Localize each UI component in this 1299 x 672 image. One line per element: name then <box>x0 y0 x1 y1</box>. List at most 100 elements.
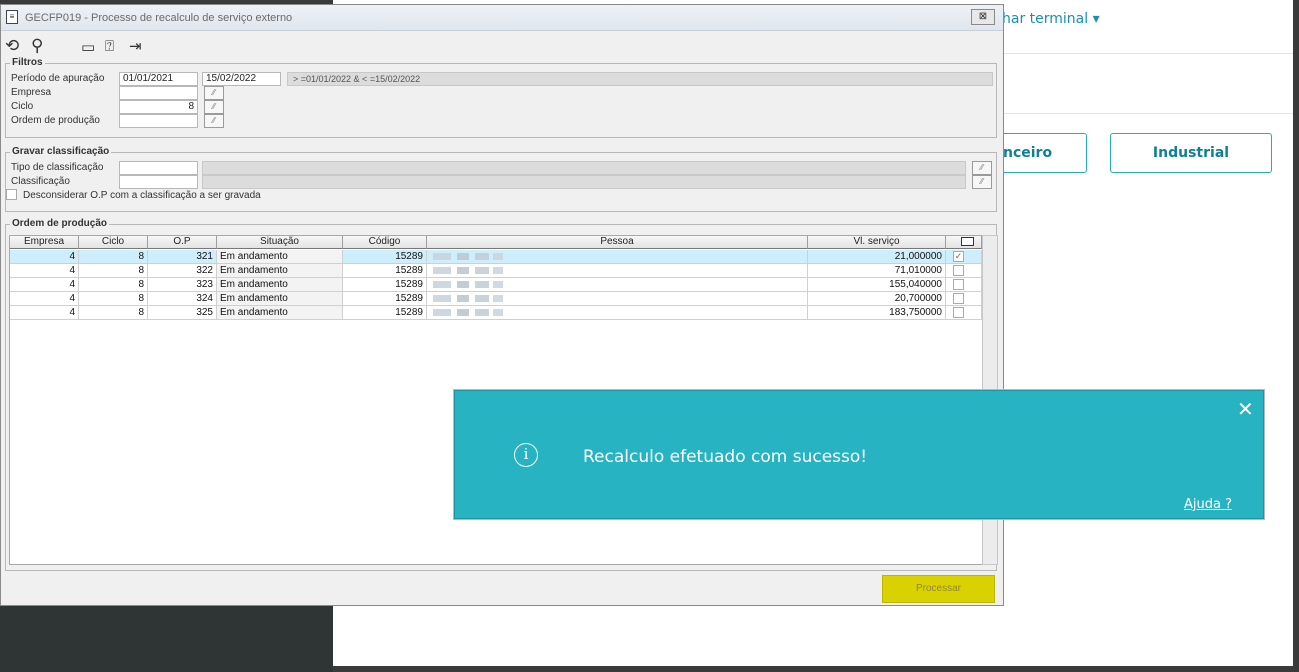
grid-header: Empresa Ciclo O.P Situação Código Pessoa… <box>10 236 982 249</box>
row-checkbox[interactable] <box>953 307 964 318</box>
refresh-icon[interactable]: ⟲ <box>5 36 19 56</box>
tipo-classificacao-input[interactable] <box>119 161 198 175</box>
cell-codigo: 15289 <box>343 292 427 306</box>
periodo-inicio-input[interactable]: 01/01/2021 <box>119 72 198 86</box>
window-close-button[interactable]: ⊠ <box>971 9 995 25</box>
col-codigo[interactable]: Código <box>343 236 427 249</box>
ordem-label: Ordem de produção <box>11 115 100 126</box>
redacted-name <box>433 281 503 288</box>
ciclo-lookup-icon[interactable]: ⁄⁄ <box>204 100 224 114</box>
dark-side-panel <box>0 600 333 672</box>
cell-empresa: 4 <box>10 250 79 264</box>
terminal-menu-link[interactable]: har terminal ▾ <box>1002 11 1100 27</box>
cell-op: 325 <box>148 306 217 320</box>
col-select-all[interactable] <box>946 236 982 249</box>
cell-ciclo: 8 <box>79 250 148 264</box>
cell-ciclo: 8 <box>79 278 148 292</box>
tipo-classificacao-label: Tipo de classificação <box>11 162 104 173</box>
cell-situacao: Em andamento <box>217 278 343 292</box>
cell-empresa: 4 <box>10 292 79 306</box>
desconsiderar-checkbox[interactable] <box>6 189 17 200</box>
table-row[interactable]: 4 8 324 Em andamento 15289 20,700000 <box>10 292 982 306</box>
cell-vl-servico: 183,750000 <box>808 306 946 320</box>
gravar-classificacao-group: Gravar classificação Tipo de classificaç… <box>5 146 997 212</box>
cell-situacao: Em andamento <box>217 264 343 278</box>
classificacao-label: Classificação <box>11 176 70 187</box>
classificacao-description <box>202 175 966 189</box>
col-vl-servico[interactable]: Vl. serviço <box>808 236 946 249</box>
industrial-tile[interactable]: Industrial <box>1110 133 1272 173</box>
col-op[interactable]: O.P <box>148 236 217 249</box>
cell-codigo: 15289 <box>343 264 427 278</box>
window-title: GECFP019 - Processo de recalculo de serv… <box>25 12 293 24</box>
redacted-name <box>433 267 503 274</box>
gravar-title: Gravar classificação <box>10 146 112 157</box>
tipo-classificacao-description <box>202 161 966 175</box>
select-all-icon[interactable] <box>961 237 974 246</box>
classificacao-input[interactable] <box>119 175 198 189</box>
cell-select[interactable] <box>946 278 982 292</box>
cell-codigo: 15289 <box>343 306 427 320</box>
cell-codigo: 15289 <box>343 278 427 292</box>
cell-ciclo: 8 <box>79 264 148 278</box>
col-situacao[interactable]: Situação <box>217 236 343 249</box>
cell-op: 321 <box>148 250 217 264</box>
cell-select[interactable] <box>946 264 982 278</box>
exit-icon[interactable]: ⇥ <box>129 37 142 55</box>
row-checkbox[interactable] <box>953 265 964 276</box>
redacted-name <box>433 253 503 260</box>
table-row[interactable]: 4 8 323 Em andamento 15289 155,040000 <box>10 278 982 292</box>
cell-ciclo: 8 <box>79 292 148 306</box>
cell-vl-servico: 155,040000 <box>808 278 946 292</box>
cell-op: 322 <box>148 264 217 278</box>
cell-pessoa <box>427 306 808 320</box>
cell-op: 323 <box>148 278 217 292</box>
col-empresa[interactable]: Empresa <box>10 236 79 249</box>
calendar-icon[interactable]: ▭ <box>81 38 95 56</box>
col-ciclo[interactable]: Ciclo <box>79 236 148 249</box>
processar-button[interactable]: Processar <box>882 575 995 603</box>
col-pessoa[interactable]: Pessoa <box>427 236 808 249</box>
filtros-group: Filtros Período de apuração 01/01/2021 1… <box>5 57 997 138</box>
info-icon: i <box>514 443 538 467</box>
ciclo-label: Ciclo <box>11 101 34 112</box>
ordem-producao-title: Ordem de produção <box>10 218 110 229</box>
cell-op: 324 <box>148 292 217 306</box>
tipo-lookup-icon[interactable]: ⁄⁄ <box>972 161 992 175</box>
desconsiderar-label: Desconsiderar O.P com a classificação a … <box>23 190 261 201</box>
empresa-lookup-icon[interactable]: ⁄⁄ <box>204 86 224 100</box>
cell-situacao: Em andamento <box>217 250 343 264</box>
cell-pessoa <box>427 264 808 278</box>
redacted-name <box>433 295 503 302</box>
redacted-name <box>433 309 503 316</box>
classificacao-lookup-icon[interactable]: ⁄⁄ <box>972 175 992 189</box>
table-row[interactable]: 4 8 321 Em andamento 15289 21,000000 ✓ <box>10 250 982 264</box>
row-checkbox[interactable] <box>953 293 964 304</box>
document-icon: ≡ <box>6 10 18 24</box>
ordem-input[interactable] <box>119 114 198 128</box>
cell-select[interactable]: ✓ <box>946 250 982 264</box>
cell-situacao: Em andamento <box>217 292 343 306</box>
cell-situacao: Em andamento <box>217 306 343 320</box>
table-row[interactable]: 4 8 322 Em andamento 15289 71,010000 <box>10 264 982 278</box>
cell-select[interactable] <box>946 292 982 306</box>
cell-pessoa <box>427 292 808 306</box>
cell-vl-servico: 20,700000 <box>808 292 946 306</box>
empresa-input[interactable] <box>119 86 198 100</box>
row-checkbox[interactable] <box>953 279 964 290</box>
ordem-lookup-icon[interactable]: ⁄⁄ <box>204 114 224 128</box>
ciclo-input[interactable]: 8 <box>119 100 198 114</box>
help-icon[interactable]: ⍰ <box>105 37 114 55</box>
toast-close-icon[interactable]: ✕ <box>1237 397 1254 421</box>
periodo-fim-input[interactable]: 15/02/2022 <box>202 72 281 86</box>
cell-codigo: 15289 <box>343 250 427 264</box>
cell-pessoa <box>427 250 808 264</box>
search-icon[interactable]: ⚲ <box>31 36 43 56</box>
filtros-title: Filtros <box>10 57 45 68</box>
cell-select[interactable] <box>946 306 982 320</box>
toast-help-link[interactable]: Ajuda ? <box>1184 497 1232 512</box>
row-checkbox[interactable]: ✓ <box>953 251 964 262</box>
table-row[interactable]: 4 8 325 Em andamento 15289 183,750000 <box>10 306 982 320</box>
periodo-label: Período de apuração <box>11 73 105 84</box>
cell-ciclo: 8 <box>79 306 148 320</box>
